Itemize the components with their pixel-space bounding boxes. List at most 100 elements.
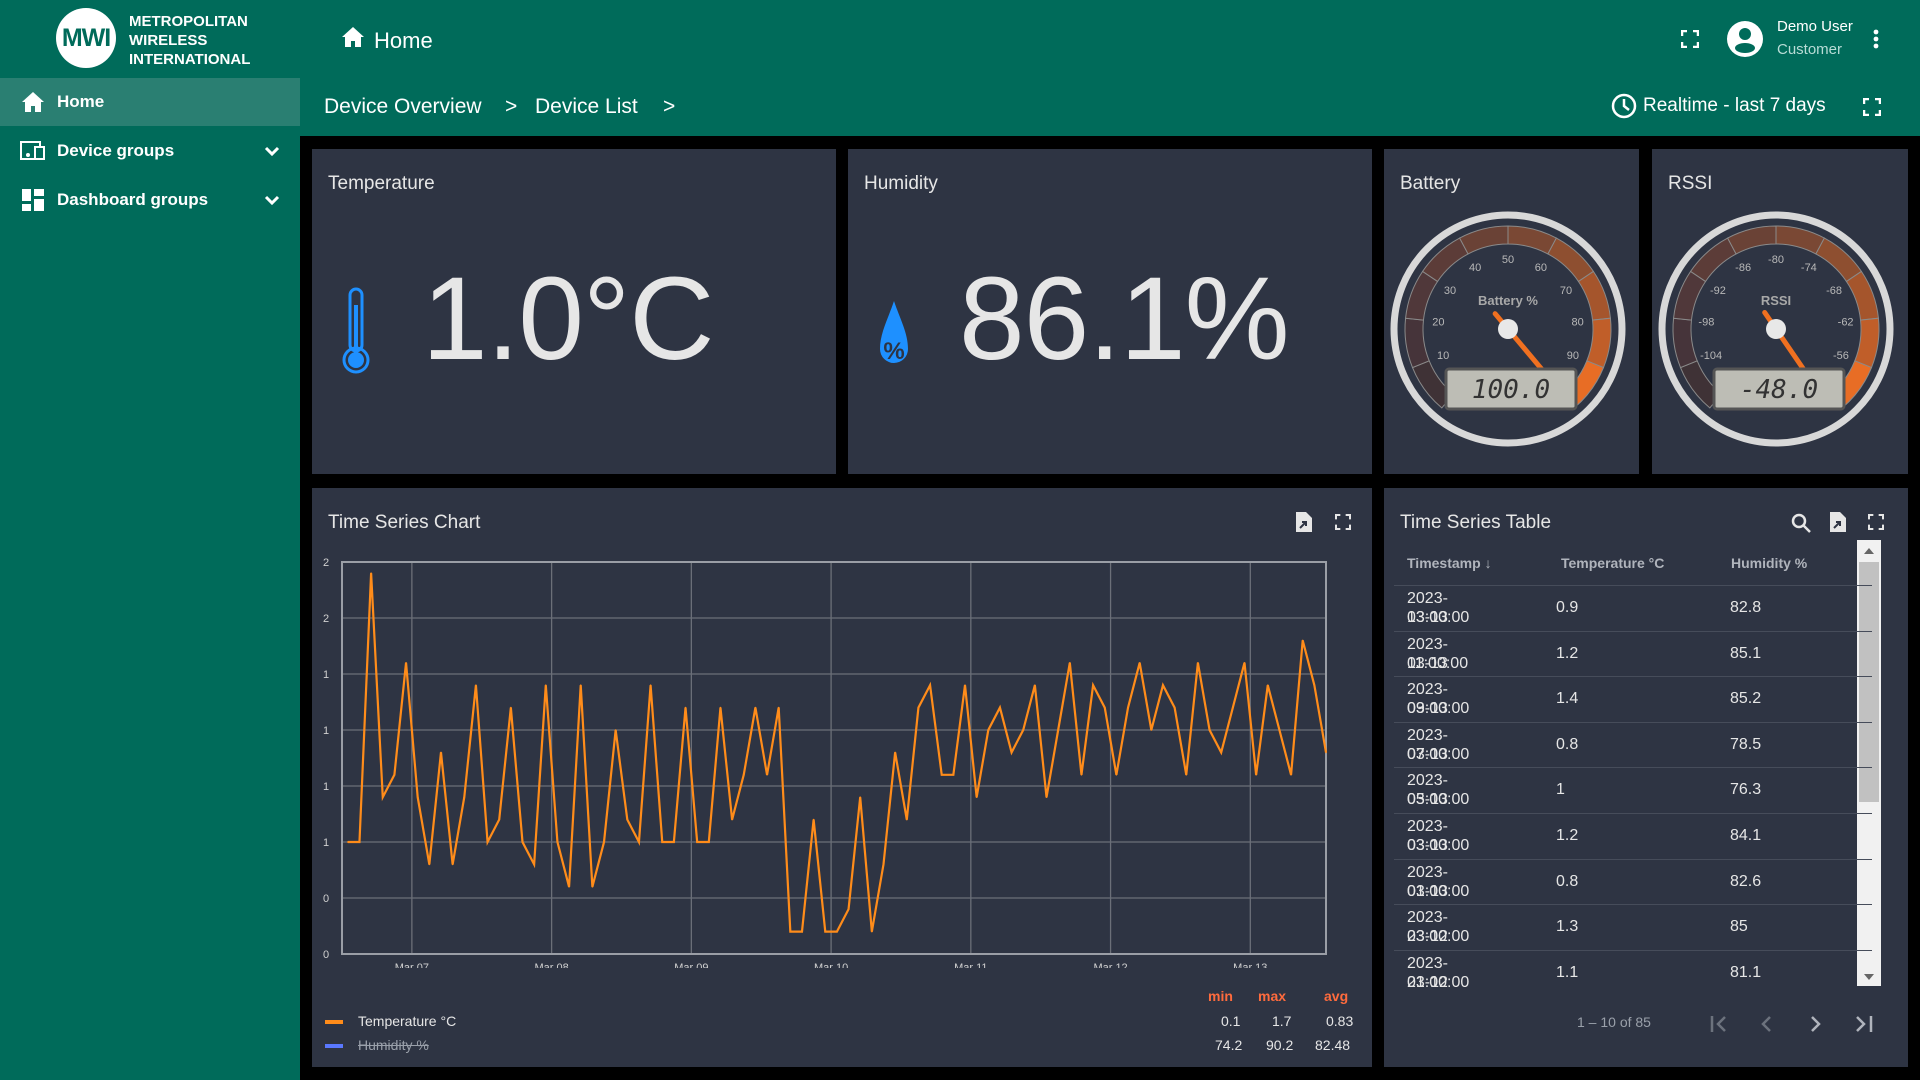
more-vert-icon[interactable]: [1873, 29, 1879, 54]
cell-humidity: 82.6: [1730, 872, 1762, 890]
column-header-timestamp[interactable]: Timestamp ↓: [1407, 555, 1492, 571]
legend-item-temperature[interactable]: Temperature °C 0.1 1.7 0.83: [325, 1012, 1360, 1032]
gauge-tick-label: 80: [1571, 317, 1583, 329]
legend-item-humidity[interactable]: Humidity % 74.2 90.2 82.48: [325, 1036, 1360, 1056]
gauge-tick-label: -80: [1768, 254, 1784, 266]
table-row[interactable]: 2023-03-13 05:00:00 1 76.3: [1394, 767, 1872, 813]
gauge-tick-label: 40: [1469, 262, 1481, 274]
data-point: [661, 841, 664, 843]
fullscreen-icon[interactable]: [1862, 97, 1882, 121]
data-point: [544, 684, 547, 686]
first-page-icon[interactable]: [1710, 1015, 1730, 1038]
avatar-icon[interactable]: [1726, 20, 1764, 63]
data-point: [1069, 662, 1071, 664]
brand-line: INTERNATIONAL: [129, 51, 251, 68]
sidebar-item-dashboard-groups[interactable]: Dashboard groups: [0, 176, 300, 224]
search-icon[interactable]: [1791, 513, 1811, 538]
table-row[interactable]: 2023-03-12 21:00:00 1.1 81.1: [1394, 949, 1872, 996]
breadcrumb-device-list[interactable]: Device List: [535, 95, 638, 119]
gauge-tick-label: 50: [1502, 254, 1514, 266]
gauge-label: Battery %: [1478, 293, 1538, 308]
data-point: [1022, 729, 1025, 731]
fullscreen-icon[interactable]: [1680, 29, 1700, 53]
svg-text:%: %: [883, 338, 904, 365]
table-row[interactable]: 2023-03-13 01:00:00 0.8 82.6: [1394, 858, 1872, 905]
legend-label: Humidity %: [358, 1037, 429, 1053]
export-icon[interactable]: [1296, 512, 1312, 537]
data-point: [987, 729, 990, 731]
timewindow-button[interactable]: Realtime - last 7 days: [1643, 95, 1826, 117]
next-page-icon[interactable]: [1808, 1015, 1822, 1038]
y-tick-label: 1: [323, 669, 329, 681]
column-header-temperature[interactable]: Temperature °C: [1561, 555, 1664, 571]
sidebar-item-device-groups[interactable]: Device groups: [0, 127, 300, 175]
legend-swatch: [325, 1044, 343, 1048]
data-point: [1080, 774, 1083, 776]
data-point: [649, 684, 652, 686]
table-row[interactable]: 2023-03-13 09:00:00 1.4 85.2: [1394, 676, 1872, 722]
data-point: [952, 774, 955, 776]
chevron-down-icon[interactable]: [264, 141, 280, 161]
x-tick-label: Mar 11: [954, 962, 987, 968]
gauge-tick-label: -56: [1833, 350, 1849, 362]
breadcrumb-separator: >: [663, 95, 676, 118]
y-tick-label: 0: [323, 949, 329, 961]
data-point: [777, 706, 780, 709]
table-row[interactable]: 2023-03-13 11:00:00 1.2 85.1: [1394, 630, 1872, 677]
data-point: [847, 908, 850, 910]
table-row[interactable]: 2023-03-13 13:00:00 0.9 82.8: [1394, 585, 1872, 631]
y-tick-label: 1: [323, 781, 329, 793]
data-point: [416, 796, 419, 798]
thermometer-icon: [341, 287, 371, 382]
data-point: [381, 796, 384, 798]
table-row[interactable]: 2023-03-13 03:00:00 1.2 84.1: [1394, 813, 1872, 859]
clock-icon[interactable]: [1611, 93, 1637, 124]
user-name: Demo User: [1777, 18, 1853, 35]
card-title: Time Series Chart: [328, 512, 481, 533]
home-icon: [340, 26, 366, 53]
data-point: [1290, 774, 1292, 776]
data-point: [964, 684, 966, 686]
data-point: [626, 818, 629, 821]
sidebar-item-home[interactable]: Home: [0, 78, 300, 126]
fullscreen-icon[interactable]: [1867, 513, 1885, 535]
export-icon[interactable]: [1830, 512, 1846, 537]
last-page-icon[interactable]: [1854, 1015, 1874, 1038]
table-row[interactable]: 2023-03-12 23:00:00 1.3 85: [1394, 904, 1872, 950]
breadcrumb-device-overview[interactable]: Device Overview: [324, 95, 482, 119]
sidebar-item-label: Home: [57, 92, 105, 111]
x-tick-label: Mar 09: [674, 962, 708, 968]
temperature-card: Temperature 1.0°C: [312, 149, 836, 474]
cell-humidity: 84.1: [1730, 827, 1762, 844]
data-point: [1173, 706, 1176, 709]
y-tick-label: 2: [323, 613, 329, 625]
data-point: [1150, 729, 1153, 731]
data-point: [905, 818, 908, 821]
gauge-needle-hub: [1498, 319, 1518, 339]
chevron-down-icon[interactable]: [264, 190, 280, 210]
table-row[interactable]: 2023-03-13 07:00:00 0.8 78.5: [1394, 721, 1872, 768]
gauge-label: RSSI: [1761, 293, 1791, 308]
cell-temperature: 1.2: [1556, 827, 1579, 844]
data-point: [579, 684, 582, 686]
data-point: [1010, 751, 1013, 754]
gauge-tick-label: -92: [1710, 285, 1726, 297]
cell-temperature: 0.8: [1556, 735, 1579, 753]
sidebar-item-label: Device groups: [57, 141, 175, 160]
data-point: [1313, 684, 1316, 686]
previous-page-icon[interactable]: [1760, 1015, 1774, 1038]
legend-header-avg: avg: [1324, 988, 1349, 1004]
humidity-drop-icon: %: [878, 299, 910, 380]
data-point: [836, 930, 838, 933]
data-point: [766, 774, 768, 776]
scroll-up-icon[interactable]: [1864, 548, 1874, 554]
gauge-tick-label: 20: [1432, 317, 1444, 329]
cell-humidity: 82.8: [1730, 599, 1762, 616]
data-point: [370, 572, 372, 574]
data-point: [463, 796, 466, 798]
home-icon: [20, 91, 46, 113]
sort-arrow-down-icon: ↓: [1484, 555, 1492, 571]
fullscreen-icon[interactable]: [1334, 513, 1352, 535]
column-header-humidity[interactable]: Humidity %: [1731, 555, 1807, 571]
data-point: [1103, 706, 1106, 709]
